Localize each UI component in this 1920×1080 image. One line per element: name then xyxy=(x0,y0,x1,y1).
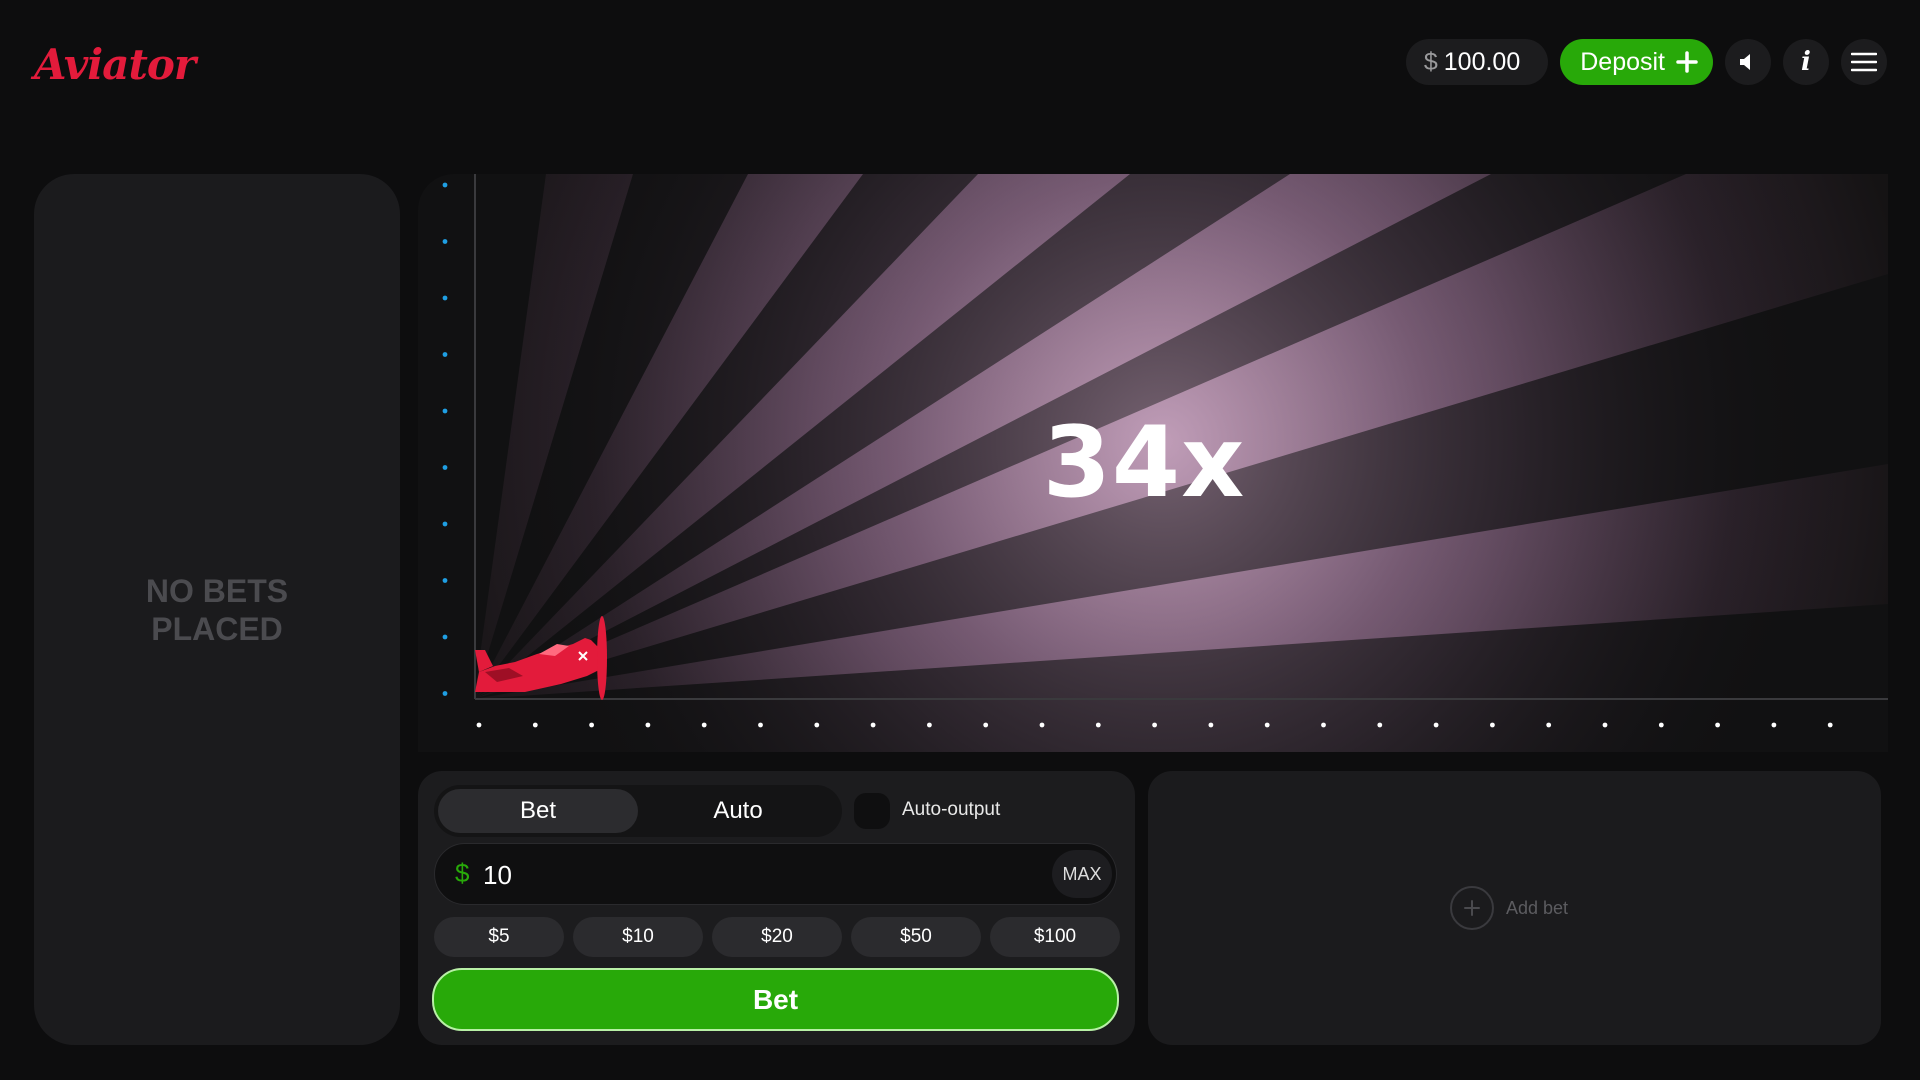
info-icon: i xyxy=(1801,47,1811,77)
x-axis-dot xyxy=(1546,722,1552,728)
x-axis-dot xyxy=(758,722,763,728)
x-axis-dot xyxy=(1321,722,1326,728)
y-axis-dot xyxy=(442,578,448,583)
y-axis-dot xyxy=(442,182,448,188)
bet-button[interactable]: Bet xyxy=(432,968,1119,1031)
y-axis-dot xyxy=(442,352,448,357)
x-axis-dot xyxy=(870,722,876,728)
sound-icon xyxy=(1740,54,1750,70)
plus-icon xyxy=(1464,900,1480,916)
deposit-label: Deposit xyxy=(1580,47,1665,76)
quick-amount-50[interactable]: $50 xyxy=(851,917,981,957)
x-axis-dot xyxy=(476,722,482,728)
x-axis-dot xyxy=(1433,722,1439,728)
y-axis-dot xyxy=(442,295,448,301)
quick-amount-5[interactable]: $5 xyxy=(434,917,564,957)
x-axis-dot xyxy=(1208,722,1214,728)
balance-display: $ 100.00 xyxy=(1405,39,1549,85)
x-axis-dot xyxy=(1039,722,1045,728)
quick-amount-20[interactable]: $20 xyxy=(712,917,842,957)
x-axis-dot xyxy=(589,722,594,728)
info-button[interactable]: i xyxy=(1783,39,1829,85)
x-axis-dot xyxy=(1490,722,1495,728)
bet-amount-input[interactable] xyxy=(481,854,1045,896)
x-axis-dot xyxy=(645,722,651,728)
x-axis-dot xyxy=(1602,722,1608,728)
no-bets-line-2: PLACED xyxy=(151,611,283,647)
balance-currency: $ xyxy=(1423,47,1438,76)
no-bets-message: NO BETS PLACED xyxy=(34,572,400,648)
x-axis-dot xyxy=(1827,722,1833,728)
add-circle xyxy=(1450,886,1494,930)
y-axis-dot xyxy=(442,691,448,696)
quick-amount-10[interactable]: $10 xyxy=(573,917,703,957)
menu-icon xyxy=(1851,52,1877,72)
quick-amounts: $5 $10 $20 $50 $100 xyxy=(434,917,1120,957)
balance-amount: 100.00 xyxy=(1443,47,1521,76)
add-bet-panel: Add bet xyxy=(1148,771,1881,1045)
tab-auto[interactable]: Auto xyxy=(638,789,838,833)
y-axis-dot xyxy=(442,521,448,527)
add-bet-label: Add bet xyxy=(1506,897,1569,918)
y-axis-dot xyxy=(442,239,448,244)
x-axis-dot xyxy=(701,722,707,728)
tab-bet[interactable]: Bet xyxy=(438,789,638,833)
x-axis-dot xyxy=(1771,722,1777,728)
aviator-logo[interactable]: Aviator xyxy=(34,40,196,89)
max-button[interactable]: MAX xyxy=(1052,850,1112,898)
x-axis-dot xyxy=(1095,722,1101,728)
plus-icon xyxy=(1676,51,1698,73)
x-axis-dot xyxy=(927,722,932,728)
bets-panel: NO BETS PLACED xyxy=(34,174,400,1045)
auto-output-label: Auto-output xyxy=(902,799,1001,820)
x-axis-dot xyxy=(1152,722,1157,728)
bet-amount-field[interactable]: $ MAX xyxy=(434,843,1117,905)
auto-output-toggle[interactable] xyxy=(854,793,890,829)
game-canvas: 34x xyxy=(418,174,1888,752)
y-axis-dot xyxy=(442,634,448,640)
x-axis-dot xyxy=(1264,722,1270,728)
add-bet-button[interactable]: Add bet xyxy=(1450,886,1568,930)
x-axis-dot xyxy=(1377,722,1383,728)
x-axis-dot xyxy=(814,722,820,728)
bet-panel: Bet Auto Auto-output $ MAX $5 $10 $20 $5… xyxy=(418,771,1135,1045)
multiplier-display: 34x xyxy=(1042,406,1246,520)
bet-mode-tabs: Bet Auto xyxy=(434,785,842,837)
amount-currency: $ xyxy=(455,858,470,888)
x-axis-dot xyxy=(1715,722,1720,728)
deposit-button[interactable]: Deposit xyxy=(1560,39,1713,85)
menu-button[interactable] xyxy=(1841,39,1887,85)
sound-button[interactable] xyxy=(1725,39,1771,85)
header-actions: $ 100.00 Deposit i xyxy=(1405,39,1887,85)
no-bets-line-1: NO BETS xyxy=(145,573,289,609)
quick-amount-100[interactable]: $100 xyxy=(990,917,1120,957)
x-axis-dot xyxy=(532,722,538,728)
x-axis-dot xyxy=(983,722,989,728)
x-axis-dot xyxy=(1658,722,1664,728)
